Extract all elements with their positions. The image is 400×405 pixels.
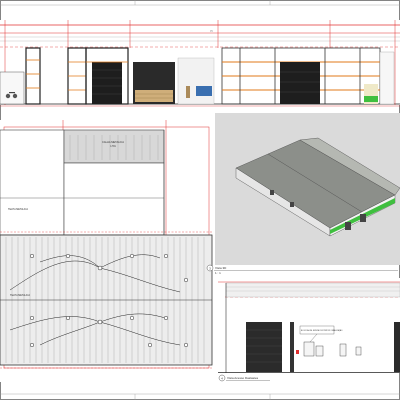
access-door-right bbox=[394, 322, 400, 372]
access-door-left bbox=[246, 322, 282, 372]
wall-panel bbox=[177, 57, 215, 105]
wall-panel-a bbox=[303, 341, 315, 357]
chair-1 bbox=[5, 93, 11, 99]
view-3d-scale: 1 : 1 bbox=[215, 271, 221, 275]
main-roof-label: TELHA METALICA bbox=[10, 294, 30, 297]
access-title: Vista Acesso Daslastes bbox=[227, 376, 259, 380]
office-block bbox=[0, 71, 25, 105]
gutter-slope: 1.5% bbox=[110, 145, 116, 148]
plan-block-left bbox=[0, 129, 65, 236]
view-3d: 3 Vista 3D 1 : 1 bbox=[206, 113, 400, 275]
drawing-sheet: ▭ 3 Vista 3D 1: 1 BLOCO ALUM. MONTA C/ … bbox=[0, 0, 400, 400]
extinguisher bbox=[296, 350, 299, 354]
panel-screen bbox=[196, 86, 212, 96]
chair-2 bbox=[12, 93, 18, 99]
plan-view bbox=[0, 120, 213, 382]
view-3d-title: Vista 3D bbox=[215, 266, 227, 270]
access-elevation-view: BLOCO ALUM. MONTA C/ EXTINTOR / SINALIZA… bbox=[218, 278, 400, 382]
access-note: BLOCO ALUM. MONTA C/ EXTINTOR / SINALIZA… bbox=[301, 329, 343, 332]
sheet-canvas: ▭ 3 Vista 3D 1: 1 BLOCO ALUM. MONTA C/ … bbox=[0, 0, 400, 400]
elev-marker: ▭ bbox=[210, 29, 213, 33]
top-elevation-view: ▭ bbox=[0, 20, 400, 107]
gutter-label: CALHA METALICA bbox=[102, 140, 124, 144]
roller-door-1 bbox=[133, 62, 175, 104]
access-roof-band bbox=[225, 282, 400, 298]
left-roof-label: TELHA METALICA bbox=[8, 208, 28, 211]
